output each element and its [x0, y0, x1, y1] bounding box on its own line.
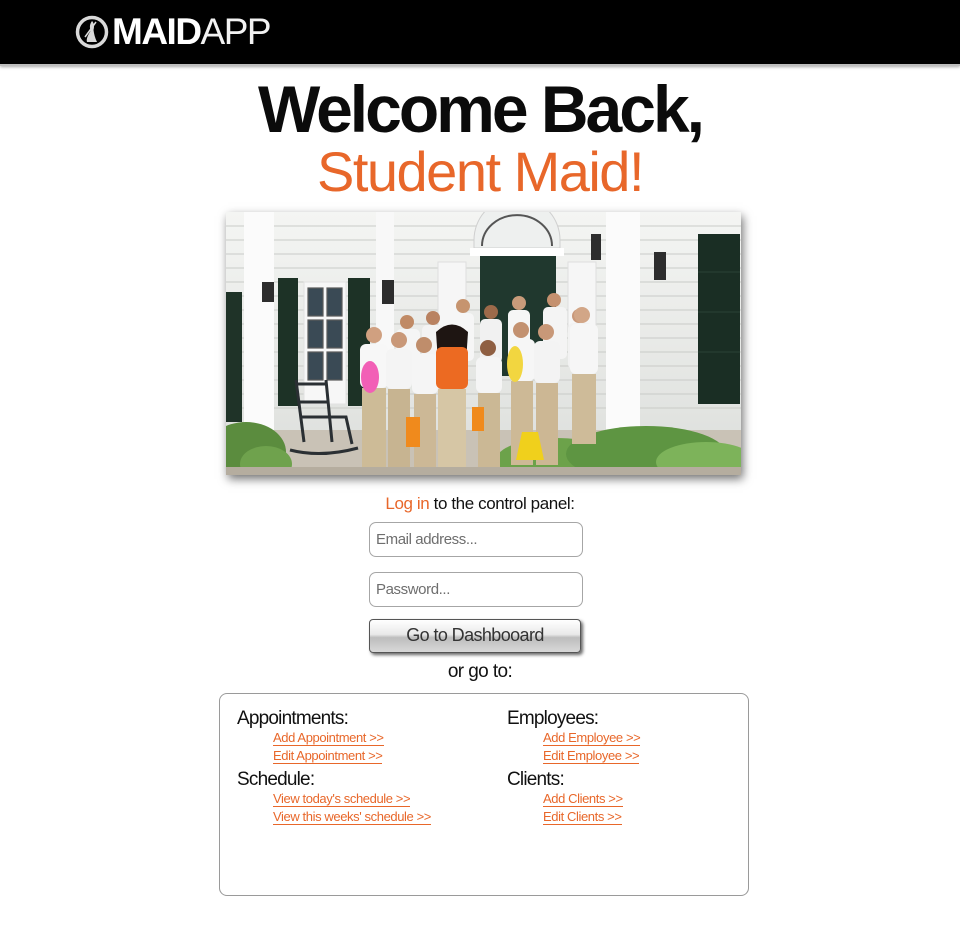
- add-employee-link[interactable]: Add Employee >>: [543, 730, 641, 746]
- team-photo: [226, 212, 741, 475]
- quick-links-panel: Appointments: Add Appointment >> Edit Ap…: [219, 693, 749, 896]
- logo-text-app: APP: [200, 11, 272, 52]
- appointments-heading: Appointments:: [237, 708, 349, 729]
- logo-text-maid: MAID: [112, 11, 202, 52]
- edit-appointment-link[interactable]: Edit Appointment >>: [273, 748, 383, 764]
- welcome-headline: Welcome Back,: [257, 72, 705, 146]
- quick-links-left-column: Appointments: Add Appointment >> Edit Ap…: [237, 708, 431, 830]
- add-appointment-link[interactable]: Add Appointment >>: [273, 730, 384, 746]
- employees-heading: Employees:: [507, 708, 599, 729]
- top-navigation-bar: MAIDAPP: [0, 0, 960, 66]
- or-go-to-label: or go to:: [447, 661, 513, 682]
- logo-wordmark: MAIDAPP: [112, 11, 272, 52]
- schedule-group: Schedule: View today's schedule >> View …: [237, 769, 431, 825]
- quick-links-right-column: Employees: Add Employee >> Edit Employee…: [507, 708, 641, 830]
- maidapp-logo[interactable]: MAIDAPP: [75, 11, 272, 52]
- password-field[interactable]: [369, 572, 583, 607]
- login-prompt-text: to the control panel:: [429, 494, 575, 513]
- view-weeks-schedule-link[interactable]: View this weeks' schedule >>: [273, 809, 431, 825]
- clients-group: Clients: Add Clients >> Edit Clients >>: [507, 769, 640, 825]
- appointments-group: Appointments: Add Appointment >> Edit Ap…: [237, 708, 431, 764]
- view-todays-schedule-link[interactable]: View today's schedule >>: [273, 791, 411, 807]
- edit-employee-link[interactable]: Edit Employee >>: [543, 748, 640, 764]
- edit-clients-link[interactable]: Edit Clients >>: [543, 809, 622, 825]
- login-link[interactable]: Log in: [385, 494, 429, 513]
- login-prompt: Log in to the control panel:: [0, 494, 960, 514]
- employees-group: Employees: Add Employee >> Edit Employee…: [507, 708, 641, 764]
- clients-heading: Clients:: [507, 769, 565, 790]
- go-to-dashboard-button[interactable]: Go to Dashbooard: [369, 619, 581, 653]
- welcome-subheadline: Student Maid!: [316, 140, 645, 203]
- add-clients-link[interactable]: Add Clients >>: [543, 791, 623, 807]
- schedule-heading: Schedule:: [237, 769, 315, 790]
- email-field[interactable]: [369, 522, 583, 557]
- maid-silhouette-circle-icon: [75, 15, 109, 49]
